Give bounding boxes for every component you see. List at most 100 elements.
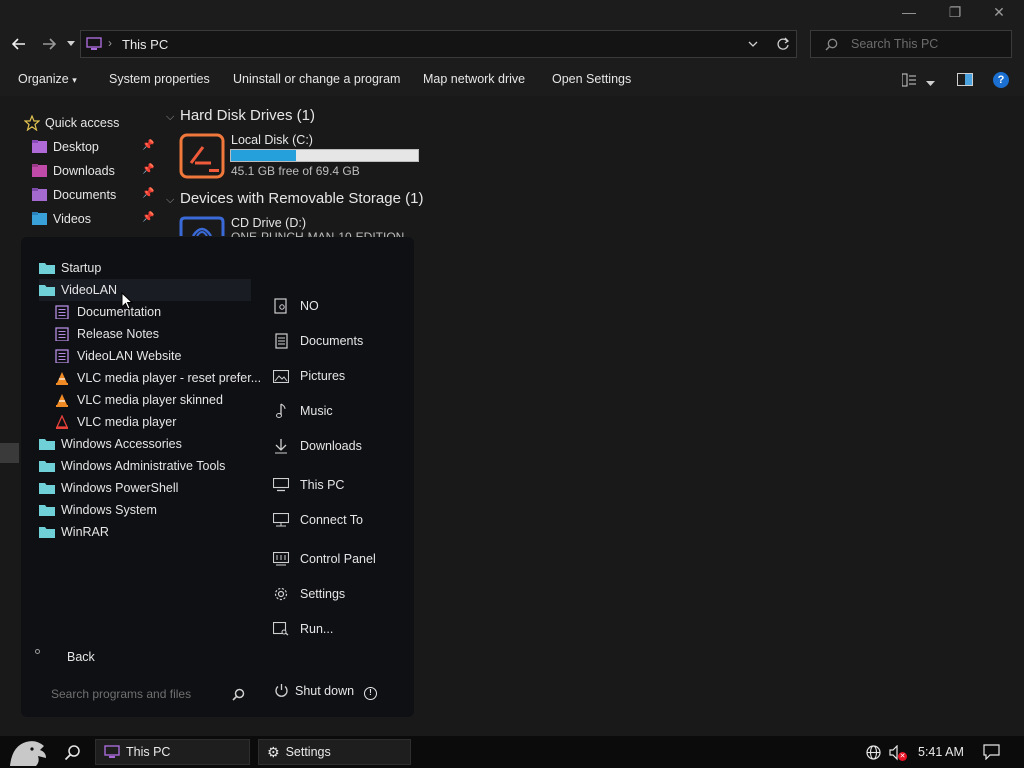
program-item[interactable]: VideoLAN: [39, 279, 251, 301]
back-button[interactable]: [8, 24, 30, 64]
view-dropdown[interactable]: [926, 76, 935, 90]
program-item[interactable]: VLC media player: [55, 411, 176, 433]
nav-item-videos[interactable]: Videos 📌: [0, 207, 158, 231]
program-item[interactable]: Documentation: [55, 301, 161, 323]
drive-name: CD Drive (D:): [231, 216, 306, 230]
place-item[interactable]: Control Panel: [273, 547, 376, 571]
document-icon: [55, 305, 69, 319]
group-hard-disk-drives[interactable]: ⌵ Hard Disk Drives (1): [166, 107, 315, 124]
quick-access-item[interactable]: Quick access: [0, 111, 158, 135]
place-label: Control Panel: [300, 552, 376, 566]
refresh-icon[interactable]: [776, 37, 790, 51]
scrollbar-thumb[interactable]: [0, 443, 19, 463]
start-button-logo-icon[interactable]: [6, 736, 50, 768]
help-icon[interactable]: ?: [993, 72, 1009, 88]
search-icon: [825, 38, 838, 51]
gear-icon: [273, 586, 289, 602]
program-item[interactable]: WinRAR: [39, 521, 109, 543]
back-button[interactable]: Back: [67, 650, 95, 664]
document-icon: [55, 327, 69, 341]
folder-icon: [39, 439, 55, 450]
program-item[interactable]: VLC media player skinned: [55, 389, 223, 411]
place-item[interactable]: Run...: [273, 617, 333, 641]
search-icon[interactable]: [232, 688, 245, 701]
title-bar: — ❐ ✕: [0, 0, 1024, 24]
program-item[interactable]: Windows Administrative Tools: [39, 455, 225, 477]
search-input[interactable]: Search This PC: [810, 30, 1012, 58]
computer-icon: [104, 745, 120, 758]
group-label: Devices with Removable Storage (1): [180, 190, 424, 207]
nav-item-label: Documents: [53, 188, 117, 202]
recent-locations-button[interactable]: [64, 24, 78, 64]
program-label: Windows System: [61, 503, 157, 517]
volume-muted-icon[interactable]: ✕: [889, 744, 907, 764]
program-item[interactable]: VLC media player - reset prefer...: [55, 367, 261, 389]
folder-icon: [39, 263, 55, 274]
chevron-down-icon[interactable]: [748, 41, 758, 48]
nav-item-documents[interactable]: Documents 📌: [0, 183, 158, 207]
program-label: WinRAR: [61, 525, 109, 539]
open-settings-button[interactable]: Open Settings: [552, 72, 631, 86]
control-panel-icon: [273, 551, 289, 567]
maximize-button[interactable]: ❐: [932, 0, 978, 24]
program-item[interactable]: Windows System: [39, 499, 157, 521]
pin-icon[interactable]: 📌: [142, 212, 154, 223]
network-globe-icon[interactable]: [866, 745, 881, 760]
drive-free-space: 45.1 GB free of 69.4 GB: [231, 164, 360, 178]
program-label: VLC media player - reset prefer...: [77, 371, 262, 385]
arrow-left-icon: [12, 38, 25, 50]
notification-icon[interactable]: [983, 744, 1000, 760]
program-item[interactable]: Windows Accessories: [39, 433, 182, 455]
program-item[interactable]: VideoLAN Website: [55, 345, 181, 367]
taskbar-settings[interactable]: ⚙ Settings: [258, 739, 411, 765]
shut-down-button[interactable]: Shut down: [274, 683, 354, 698]
uninstall-program-button[interactable]: Uninstall or change a program: [233, 72, 400, 86]
program-item[interactable]: Windows PowerShell: [39, 477, 178, 499]
taskbar-this-pc[interactable]: This PC: [95, 739, 250, 765]
place-item[interactable]: Downloads: [273, 434, 362, 458]
nav-item-downloads[interactable]: Downloads 📌: [0, 159, 158, 183]
search-placeholder: Search This PC: [851, 37, 939, 51]
clock[interactable]: 5:41 AM: [918, 745, 964, 759]
power-icon: [275, 684, 288, 697]
preview-pane-button[interactable]: [957, 73, 973, 89]
place-item[interactable]: NO: [273, 294, 319, 318]
place-item[interactable]: Documents: [273, 329, 363, 353]
group-removable-storage[interactable]: ⌵ Devices with Removable Storage (1): [166, 190, 423, 207]
address-location[interactable]: This PC: [122, 37, 168, 52]
pin-icon[interactable]: 📌: [142, 140, 154, 151]
program-item[interactable]: Startup: [39, 257, 101, 279]
shutdown-options-icon[interactable]: !: [364, 687, 377, 700]
nav-item-desktop[interactable]: Desktop 📌: [0, 135, 158, 159]
place-item[interactable]: Settings: [273, 582, 345, 606]
organize-menu[interactable]: Organize ▾: [18, 72, 77, 86]
nav-item-label: Videos: [53, 212, 91, 226]
minimize-button[interactable]: —: [886, 0, 932, 24]
program-label: VideoLAN Website: [77, 349, 182, 363]
place-item[interactable]: Connect To: [273, 508, 363, 532]
preview-pane-icon: [957, 73, 973, 86]
search-icon[interactable]: [64, 744, 81, 761]
run-icon: [273, 621, 289, 637]
gear-icon: ⚙: [267, 743, 280, 760]
chevron-down-icon: [67, 41, 75, 46]
place-label: Settings: [300, 587, 346, 601]
address-bar[interactable]: › This PC: [80, 30, 797, 58]
program-label: Windows Administrative Tools: [61, 459, 226, 473]
vlc-cone-icon: [55, 415, 69, 429]
folder-icon: [39, 285, 55, 296]
program-item[interactable]: Release Notes: [55, 323, 159, 345]
place-item[interactable]: Pictures: [273, 364, 345, 388]
map-network-drive-button[interactable]: Map network drive: [423, 72, 525, 86]
place-item[interactable]: Music: [273, 399, 333, 423]
taskbar-label: This PC: [126, 745, 171, 759]
close-button[interactable]: ✕: [976, 0, 1022, 24]
forward-button[interactable]: [38, 24, 60, 64]
pin-icon[interactable]: 📌: [142, 188, 154, 199]
system-properties-button[interactable]: System properties: [109, 72, 210, 86]
drive-volume-label: ONE-PUNCH-MAN-10-EDITION: [231, 230, 405, 237]
folder-icon: [39, 505, 55, 516]
pin-icon[interactable]: 📌: [142, 164, 154, 175]
place-item[interactable]: This PC: [273, 473, 344, 497]
view-options-button[interactable]: [901, 73, 916, 90]
